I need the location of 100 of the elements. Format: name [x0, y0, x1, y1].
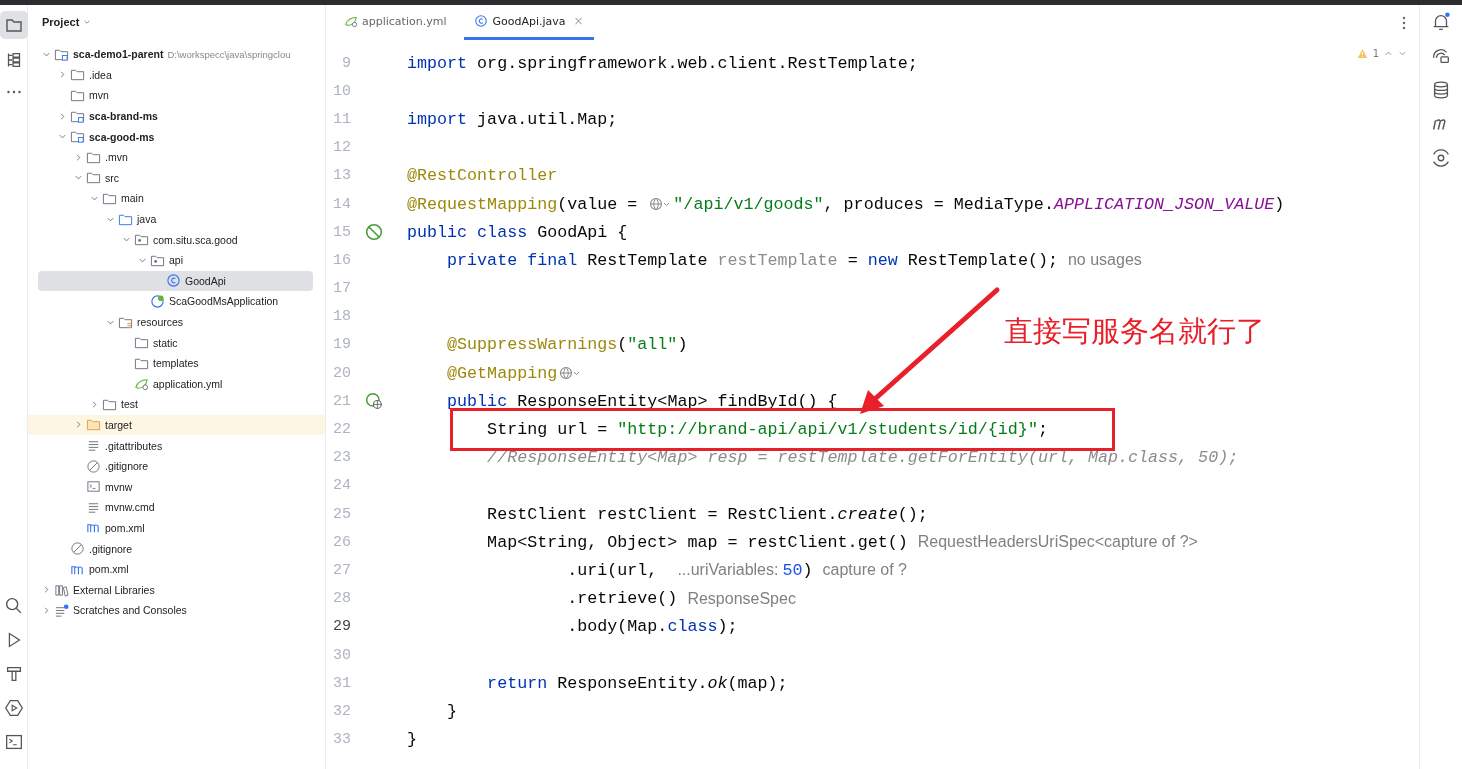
line-number: 31	[332, 674, 351, 692]
tree-item[interactable]: sca-brand-ms	[89, 110, 158, 123]
annotation-text: 直接写服务名就行了	[1004, 313, 1265, 350]
warning-count[interactable]: 1	[1372, 48, 1379, 59]
editor-tab[interactable]: application.yml	[334, 5, 457, 40]
panel-title[interactable]: Project	[42, 16, 80, 28]
line-number: 13	[332, 167, 351, 185]
code-text: }	[407, 730, 417, 750]
text-file-icon	[86, 438, 101, 454]
tree-item[interactable]: mvn	[89, 89, 109, 102]
code-text: Map<String, Object> map = restClient.get()	[486, 532, 908, 552]
tree-item[interactable]: ScaGoodMsApplication	[169, 295, 279, 308]
tree-item[interactable]: com.situ.sca.good	[153, 233, 238, 246]
line-number: 14	[332, 195, 351, 213]
inlay-hint: ResponseSpec	[687, 589, 796, 608]
line-number: 32	[332, 702, 351, 720]
line-number: 33	[332, 731, 351, 749]
inlay-hint: capture of ?	[822, 561, 907, 580]
path-hint: D:\workspecc\java\springclou	[167, 48, 291, 60]
tree-item[interactable]: static	[153, 336, 178, 349]
folder-file-icon	[70, 88, 85, 103]
tree-item[interactable]: api	[169, 254, 183, 267]
selected-tree-row[interactable]: GoodApi	[38, 270, 313, 292]
code-text: private final RestTemplate restTemplate = new RestTemplate();	[446, 250, 1058, 270]
folder-file-icon	[134, 335, 149, 351]
code-text: "/api/v1/goods", produces = MediaType.APPLICATION_JSON_VALUE)	[673, 194, 1285, 214]
module-file-icon	[70, 129, 85, 145]
spring-file-icon	[150, 293, 165, 309]
tree-item[interactable]: .mvn	[105, 151, 128, 164]
code-text: @GetMapping	[446, 363, 558, 383]
class-file-icon	[474, 14, 489, 28]
bean-gutter-icon[interactable]	[365, 223, 383, 242]
libraries-file-icon	[54, 582, 69, 598]
line-number: 26	[332, 533, 351, 551]
tree-item[interactable]: main	[121, 192, 144, 205]
code-text: @SuppressWarnings("all")	[446, 335, 688, 355]
tree-item[interactable]: pom.xml	[105, 521, 145, 534]
code-text: .uri(url,	[566, 560, 659, 580]
caret-icon[interactable]	[83, 18, 92, 26]
excluded-file-icon	[86, 417, 101, 433]
down-icon[interactable]	[1398, 49, 1407, 58]
line-number: 20	[332, 364, 351, 382]
tree-item[interactable]: .gitignore	[105, 460, 149, 473]
services-icon[interactable]	[2, 697, 25, 719]
code-text: @RestController	[407, 166, 558, 186]
line-number: 23	[332, 449, 351, 467]
tree-item[interactable]: pom.xml	[89, 563, 129, 576]
line-number: 17	[332, 280, 351, 298]
line-number: 16	[332, 251, 351, 269]
tree-item[interactable]: target	[105, 419, 132, 431]
line-number: 27	[332, 561, 351, 579]
tree-item[interactable]: src	[105, 171, 119, 184]
tree-item[interactable]: .idea	[89, 68, 112, 81]
editor-tab[interactable]: GoodApi.java ×	[464, 5, 594, 40]
tree-item[interactable]: .gitattributes	[105, 439, 163, 452]
tree-item[interactable]: sca-good-ms	[89, 130, 155, 143]
folder-file-icon	[86, 170, 101, 186]
folder-icon[interactable]	[0, 11, 28, 39]
up-icon[interactable]	[1384, 49, 1393, 58]
tree-item[interactable]: sca-demo1-parent	[73, 48, 164, 61]
line-number: 10	[332, 82, 351, 100]
ignore-file-icon	[86, 458, 101, 474]
tree-item[interactable]: mvnw.cmd	[105, 501, 155, 514]
line-number: 12	[332, 139, 351, 157]
code-text: public class GoodApi {	[407, 222, 628, 242]
globe-icon[interactable]	[649, 197, 672, 212]
tree-item[interactable]: External Libraries	[73, 583, 155, 596]
tree-item[interactable]: test	[121, 398, 138, 411]
tree-item[interactable]: Scratches and Consoles	[73, 604, 187, 617]
code-text: .retrieve()	[566, 589, 678, 609]
inlay-hint: RequestHeadersUriSpec<capture of ?>	[917, 533, 1198, 552]
warning-icon[interactable]	[1356, 48, 1368, 59]
line-number: 25	[332, 505, 351, 523]
more-icon[interactable]	[1401, 15, 1407, 31]
code-text: RestClient restClient = RestClient.create();	[486, 504, 928, 524]
line-number: 29	[332, 618, 351, 636]
shell-file-icon	[86, 479, 101, 495]
line-number: 9	[341, 54, 351, 72]
eye-icon[interactable]	[1430, 147, 1452, 169]
inlay-hint: no usages	[1067, 251, 1142, 270]
code-text: import java.util.Map;	[407, 109, 618, 129]
tree-item[interactable]: templates	[153, 357, 199, 370]
tree-item[interactable]: .gitignore	[89, 542, 133, 555]
tree-item[interactable]: application.yml	[153, 377, 223, 390]
code-text: .body(Map.class);	[566, 617, 738, 637]
line-number: 18	[332, 308, 351, 326]
tree-item[interactable]: java	[137, 213, 157, 226]
code-text: import org.springframework.web.client.RestTemplate;	[407, 53, 918, 73]
line-number: 22	[332, 421, 351, 439]
line-number: 30	[332, 646, 351, 664]
tree-item[interactable]: resources	[137, 316, 184, 328]
folder-file-icon	[70, 67, 85, 83]
tree-item[interactable]: mvnw	[105, 480, 133, 493]
line-number: 24	[332, 477, 351, 495]
scratches-file-icon	[54, 602, 69, 618]
web-gutter-icon[interactable]	[365, 392, 383, 411]
globe-icon[interactable]	[559, 366, 582, 381]
yaml-file-icon	[134, 376, 149, 392]
code-text: }	[446, 701, 458, 721]
code-text: 50)	[782, 560, 813, 580]
